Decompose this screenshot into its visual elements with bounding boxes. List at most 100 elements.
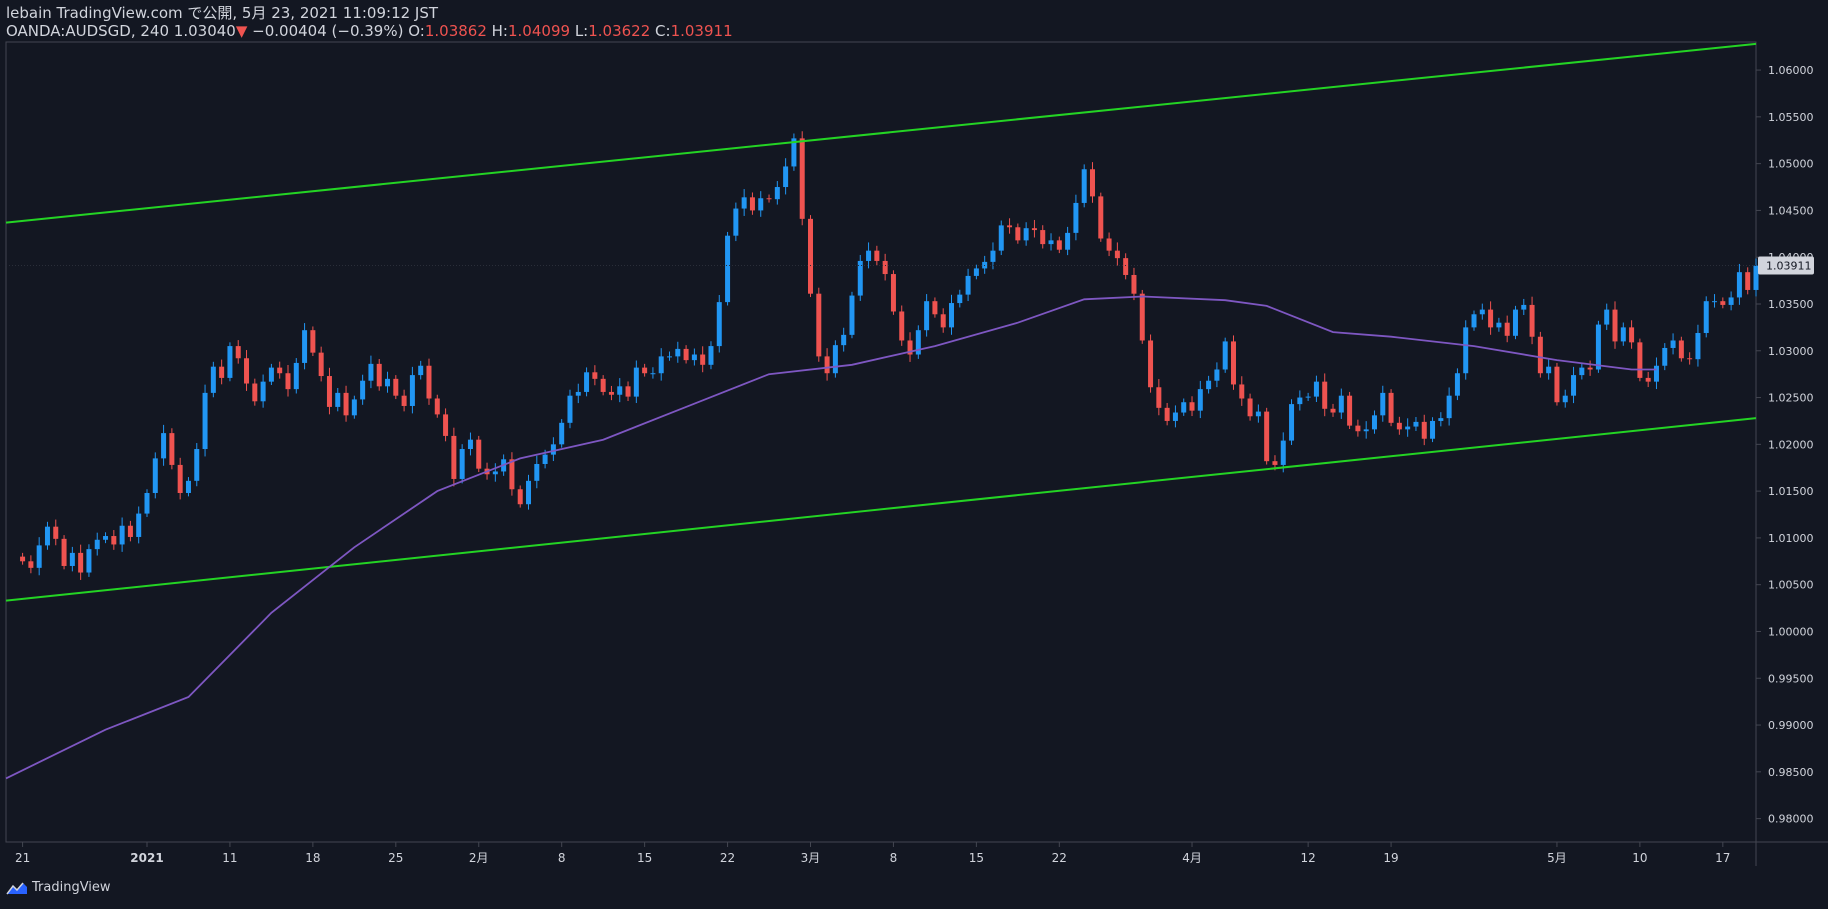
candle-body bbox=[733, 208, 739, 236]
price-tick-label: 1.05500 bbox=[1768, 111, 1814, 124]
candle-body bbox=[210, 366, 216, 393]
candle-body bbox=[1554, 366, 1560, 403]
candle-body bbox=[1463, 327, 1469, 374]
channel-lower-line bbox=[5, 417, 1757, 602]
candle-body bbox=[849, 295, 855, 335]
candle-body bbox=[1496, 322, 1502, 328]
candle-body bbox=[335, 392, 341, 407]
time-tick-label: 10 bbox=[1632, 851, 1647, 865]
candle-body bbox=[1662, 347, 1668, 366]
candle-body bbox=[351, 399, 357, 416]
candle-body bbox=[1678, 340, 1684, 359]
candle-body bbox=[144, 492, 150, 514]
candle-body bbox=[235, 346, 241, 359]
candle-body bbox=[1073, 202, 1079, 233]
candle-body bbox=[1206, 380, 1212, 390]
candle-body bbox=[1629, 327, 1635, 343]
candle-body bbox=[202, 392, 208, 450]
time-tick-label: 25 bbox=[388, 851, 403, 865]
candle-body bbox=[1687, 358, 1693, 360]
candle-body bbox=[244, 358, 250, 384]
time-tick-label: 12 bbox=[1300, 851, 1315, 865]
price-axis[interactable]: 1.060001.055001.050001.045001.040001.035… bbox=[1756, 64, 1814, 826]
candle-body bbox=[542, 454, 548, 464]
candle-body bbox=[899, 311, 905, 341]
candle-body bbox=[20, 556, 26, 562]
candle-body bbox=[658, 356, 664, 374]
time-axis[interactable]: 21 2021 11 18 25 2月 8 15 22 3月 8 15 22 4月 12 19 5月 10 17 bbox=[15, 842, 1731, 865]
candle-body bbox=[973, 268, 979, 276]
candle-body bbox=[517, 489, 523, 505]
candle-body bbox=[965, 275, 971, 295]
candle-body bbox=[1512, 309, 1518, 336]
candle-body bbox=[1222, 341, 1228, 370]
candle-body bbox=[401, 395, 407, 406]
candle-body bbox=[1189, 402, 1195, 411]
time-tick-label: 11 bbox=[222, 851, 237, 865]
candle-body bbox=[1454, 373, 1460, 396]
candle-body bbox=[998, 225, 1004, 251]
candle-body bbox=[310, 330, 316, 353]
candle-body bbox=[1330, 408, 1336, 413]
candle-body bbox=[277, 367, 283, 374]
candle-body bbox=[633, 367, 639, 397]
candle-body bbox=[1529, 304, 1535, 337]
candle-body bbox=[617, 386, 623, 395]
candle-body bbox=[1587, 367, 1593, 370]
candle-body bbox=[1521, 304, 1527, 310]
candle-body bbox=[592, 372, 598, 379]
price-chart[interactable]: 1.060001.055001.050001.045001.040001.035… bbox=[0, 0, 1828, 909]
time-tick-label: 22 bbox=[1052, 851, 1067, 865]
price-tick-label: 1.02000 bbox=[1768, 438, 1814, 451]
candle-body bbox=[1197, 389, 1203, 411]
candle-body bbox=[625, 386, 631, 397]
candle-body bbox=[940, 314, 946, 328]
candle-body bbox=[1214, 369, 1220, 381]
candle-body bbox=[426, 365, 432, 399]
candle-body bbox=[1396, 422, 1402, 430]
candle-body bbox=[816, 293, 822, 357]
candle-body bbox=[1164, 407, 1170, 421]
moving-average-line bbox=[5, 295, 1657, 780]
candle-body bbox=[526, 480, 532, 505]
candle-body bbox=[434, 398, 440, 415]
candle-body bbox=[111, 536, 117, 545]
candle-body bbox=[1338, 395, 1344, 413]
candle-body bbox=[127, 525, 133, 537]
candle-body bbox=[932, 301, 938, 315]
candle-body bbox=[1114, 250, 1120, 259]
candle-body bbox=[1040, 230, 1046, 245]
tradingview-logo-icon bbox=[6, 882, 27, 894]
candle-body bbox=[53, 526, 59, 539]
candle-body bbox=[268, 367, 274, 382]
candle-body bbox=[1280, 440, 1286, 465]
candle-body bbox=[1065, 232, 1071, 250]
tradingview-footer[interactable]: TradingView bbox=[6, 880, 111, 895]
candle-body bbox=[650, 373, 656, 375]
candle-body bbox=[1056, 240, 1062, 250]
candle-body bbox=[409, 375, 415, 406]
time-tick-label: 15 bbox=[637, 851, 652, 865]
candle-body bbox=[385, 378, 391, 387]
candle-body bbox=[509, 459, 515, 490]
candle-body bbox=[1604, 309, 1610, 325]
candle-body bbox=[924, 301, 930, 331]
candle-body bbox=[1637, 342, 1643, 378]
candle-body bbox=[1230, 341, 1236, 385]
candle-body bbox=[94, 539, 100, 550]
candle-body bbox=[1653, 365, 1659, 382]
candle-body bbox=[185, 480, 191, 493]
candle-body bbox=[600, 378, 606, 392]
price-tick-label: 1.01000 bbox=[1768, 532, 1814, 545]
candle-body bbox=[1255, 411, 1261, 417]
candle-body bbox=[1297, 397, 1303, 405]
price-tick-label: 1.00500 bbox=[1768, 579, 1814, 592]
candle-body bbox=[1023, 228, 1029, 241]
time-tick-label: 17 bbox=[1715, 851, 1730, 865]
candle-body bbox=[1612, 309, 1618, 342]
candle-body bbox=[69, 552, 75, 566]
candle-body bbox=[1504, 322, 1510, 336]
candle-body bbox=[318, 352, 324, 377]
candle-body bbox=[1595, 324, 1601, 370]
time-tick-label: 19 bbox=[1383, 851, 1398, 865]
